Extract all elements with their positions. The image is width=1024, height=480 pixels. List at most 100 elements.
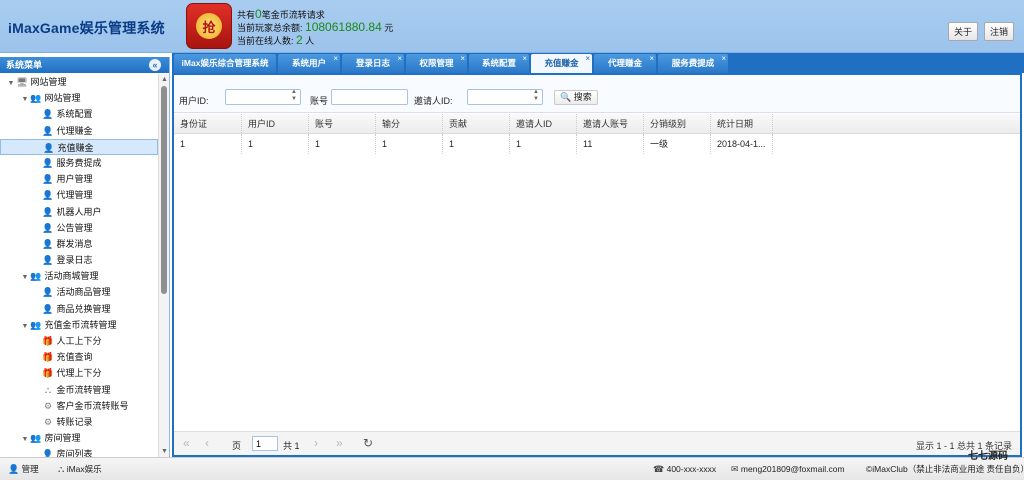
user-icon: 👤 xyxy=(42,287,54,298)
menu-item-label: 金币流转管理 xyxy=(56,384,111,395)
column-header[interactable]: 贡献 xyxy=(443,114,510,133)
tab[interactable]: 充值赚金 × xyxy=(531,54,592,73)
refresh-icon[interactable]: ↻ xyxy=(363,437,373,449)
first-page-icon[interactable]: « xyxy=(183,437,190,449)
menu-item[interactable]: ⚙ 客户金币流转账号 xyxy=(0,398,158,414)
user-icon: 👤 xyxy=(42,303,54,314)
inviter-id-spinner-icon[interactable]: ▲ ▼ xyxy=(529,89,543,105)
column-header[interactable]: 账号 xyxy=(309,114,376,133)
menu-item-label: 公告管理 xyxy=(56,222,93,233)
user-id-spinner-icon[interactable]: ▲ ▼ xyxy=(287,89,301,105)
tab[interactable]: 代理赚金 × xyxy=(594,54,656,73)
table-cell: 一级 xyxy=(644,134,711,154)
menu-item[interactable]: ⚙ 转账记录 xyxy=(0,414,158,430)
page-number-input[interactable] xyxy=(252,436,278,451)
stat-text: 元 xyxy=(384,23,394,33)
stat-text: 人 xyxy=(305,36,315,46)
column-header[interactable]: 分销级别 xyxy=(644,114,711,133)
menu-item-label: 网站管理 xyxy=(30,77,67,87)
close-tab-icon[interactable]: × xyxy=(333,49,338,68)
search-button[interactable]: 🔍 搜索 xyxy=(554,90,598,105)
menu-item[interactable]: 👤 服务费提成 xyxy=(0,155,158,171)
menu-item[interactable]: 👤 商品兑换管理 xyxy=(0,301,158,317)
last-page-icon[interactable]: » xyxy=(336,437,343,449)
gift-icon: 🎁 xyxy=(42,336,54,346)
table-row[interactable]: 1 1 1 1 1 1 11 一级 2018-04-1... xyxy=(174,134,1020,154)
column-header[interactable]: 统计日期 xyxy=(711,114,773,133)
menu-item[interactable]: ▼ 👥 网站管理 xyxy=(0,90,158,106)
column-header[interactable]: 身份证 xyxy=(174,114,242,133)
column-header[interactable]: 邀请人账号 xyxy=(577,114,644,133)
close-tab-icon[interactable]: × xyxy=(397,49,402,68)
menu-item[interactable]: 👤 代理管理 xyxy=(0,187,158,203)
close-tab-icon[interactable]: × xyxy=(721,49,726,68)
sidebar-scrollbar[interactable]: ▲ ▼ xyxy=(158,74,169,457)
close-tab-icon[interactable]: × xyxy=(522,49,527,68)
close-tab-icon[interactable]: × xyxy=(649,49,654,68)
menu-item[interactable]: 👤 公告管理 xyxy=(0,220,158,236)
tab[interactable]: 权限管理 × xyxy=(406,54,467,73)
menu-item[interactable]: ▼ 👥 活动商城管理 xyxy=(0,268,158,284)
column-header[interactable]: 邀请人ID xyxy=(510,114,577,133)
column-header[interactable]: 输分 xyxy=(376,114,443,133)
menu-item-label: 系统配置 xyxy=(56,109,93,120)
menu-item[interactable]: 👤 机器人用户 xyxy=(0,204,158,220)
menu-item[interactable]: 👤 群发消息 xyxy=(0,236,158,252)
footer-phone: 400-xxx-xxxx xyxy=(666,464,717,474)
account-input[interactable] xyxy=(331,89,408,105)
tab[interactable]: iMax娱乐综合管理系统 xyxy=(174,54,276,73)
scroll-down-icon[interactable]: ▼ xyxy=(159,446,170,457)
menu-item[interactable]: ▼ 👥 房间管理 xyxy=(0,430,158,446)
logout-button[interactable]: 注销 xyxy=(983,22,1014,41)
menu-item-label: 房间列表 xyxy=(56,449,93,457)
tab[interactable]: 服务费提成 × xyxy=(658,54,728,73)
tab-label: 服务费提成 xyxy=(671,58,715,68)
menu-item[interactable]: 👤 用户管理 xyxy=(0,171,158,187)
close-tab-icon[interactable]: × xyxy=(585,49,590,68)
tab-label: 权限管理 xyxy=(419,58,454,68)
user-icon: 👤 xyxy=(42,206,54,217)
menu-item[interactable]: 👤 登录日志 xyxy=(0,252,158,268)
search-icon: 🔍 xyxy=(560,92,572,102)
page-label: 页 xyxy=(232,441,242,451)
scroll-up-icon[interactable]: ▲ xyxy=(159,74,170,85)
menu-item[interactable]: ⛬ 金币流转管理 xyxy=(0,382,158,398)
column-header[interactable]: 用户ID xyxy=(242,114,309,133)
prev-page-icon[interactable]: ‹ xyxy=(205,437,209,449)
menu-item[interactable]: 🎁 代理上下分 xyxy=(0,365,158,381)
user-id-label: 用户ID: xyxy=(179,96,209,106)
tab[interactable]: 系统用户 × xyxy=(278,54,340,73)
sidebar: 系统菜单 « ▼ 🖥 网站管理 ▼ 👥 网站管理 👤 系统配置 👤 代理赚金 👤 充值赚金 👤… xyxy=(0,57,170,457)
users-icon: 👥 xyxy=(30,271,42,282)
about-button[interactable]: 关于 xyxy=(947,22,978,41)
user-icon: 👤 xyxy=(42,157,54,168)
tab[interactable]: 登录日志 × xyxy=(342,54,404,73)
menu-item-label: 转账记录 xyxy=(56,416,93,427)
inviter-id-label: 邀请人ID: xyxy=(414,96,453,106)
menu-item[interactable]: ▼ 👥 充值金币流转管理 xyxy=(0,317,158,333)
menu-item[interactable]: 👤 活动商品管理 xyxy=(0,284,158,300)
menu-item[interactable]: 👤 代理赚金 xyxy=(0,123,158,139)
menu-item[interactable]: 🎁 充值查询 xyxy=(0,349,158,365)
collapse-sidebar-icon[interactable]: « xyxy=(149,59,161,71)
menu-item[interactable]: ▼ 🖥 网站管理 xyxy=(0,74,158,90)
menu-item[interactable]: 👤 充值赚金 xyxy=(0,138,158,155)
logo-coin-icon: 抢 xyxy=(196,13,222,39)
phone-icon: ☎ xyxy=(653,464,665,474)
app-title: iMaxGame娱乐管理系统 xyxy=(8,20,165,36)
menu-item[interactable]: 👤 系统配置 xyxy=(0,106,158,122)
gears-icon: ⚙ xyxy=(43,400,53,411)
stat-text: 当前玩家总余额: xyxy=(237,23,303,33)
total-pages-label: 共 1 xyxy=(283,441,300,451)
close-tab-icon[interactable]: × xyxy=(460,49,465,68)
menu-item[interactable]: 🎁 人工上下分 xyxy=(0,333,158,349)
tab-label: 登录日志 xyxy=(355,58,390,68)
stat-text: 共有 xyxy=(237,10,256,20)
scroll-thumb[interactable] xyxy=(161,86,167,294)
footer-email: meng201809@foxmail.com xyxy=(740,464,845,474)
menu-item[interactable]: 👤 房间列表 xyxy=(0,446,158,457)
pending-requests-count: 0 xyxy=(255,7,262,21)
tab[interactable]: 系统配置 × xyxy=(469,54,529,73)
next-page-icon[interactable]: › xyxy=(314,437,318,449)
menu-item-label: 代理上下分 xyxy=(56,368,102,379)
